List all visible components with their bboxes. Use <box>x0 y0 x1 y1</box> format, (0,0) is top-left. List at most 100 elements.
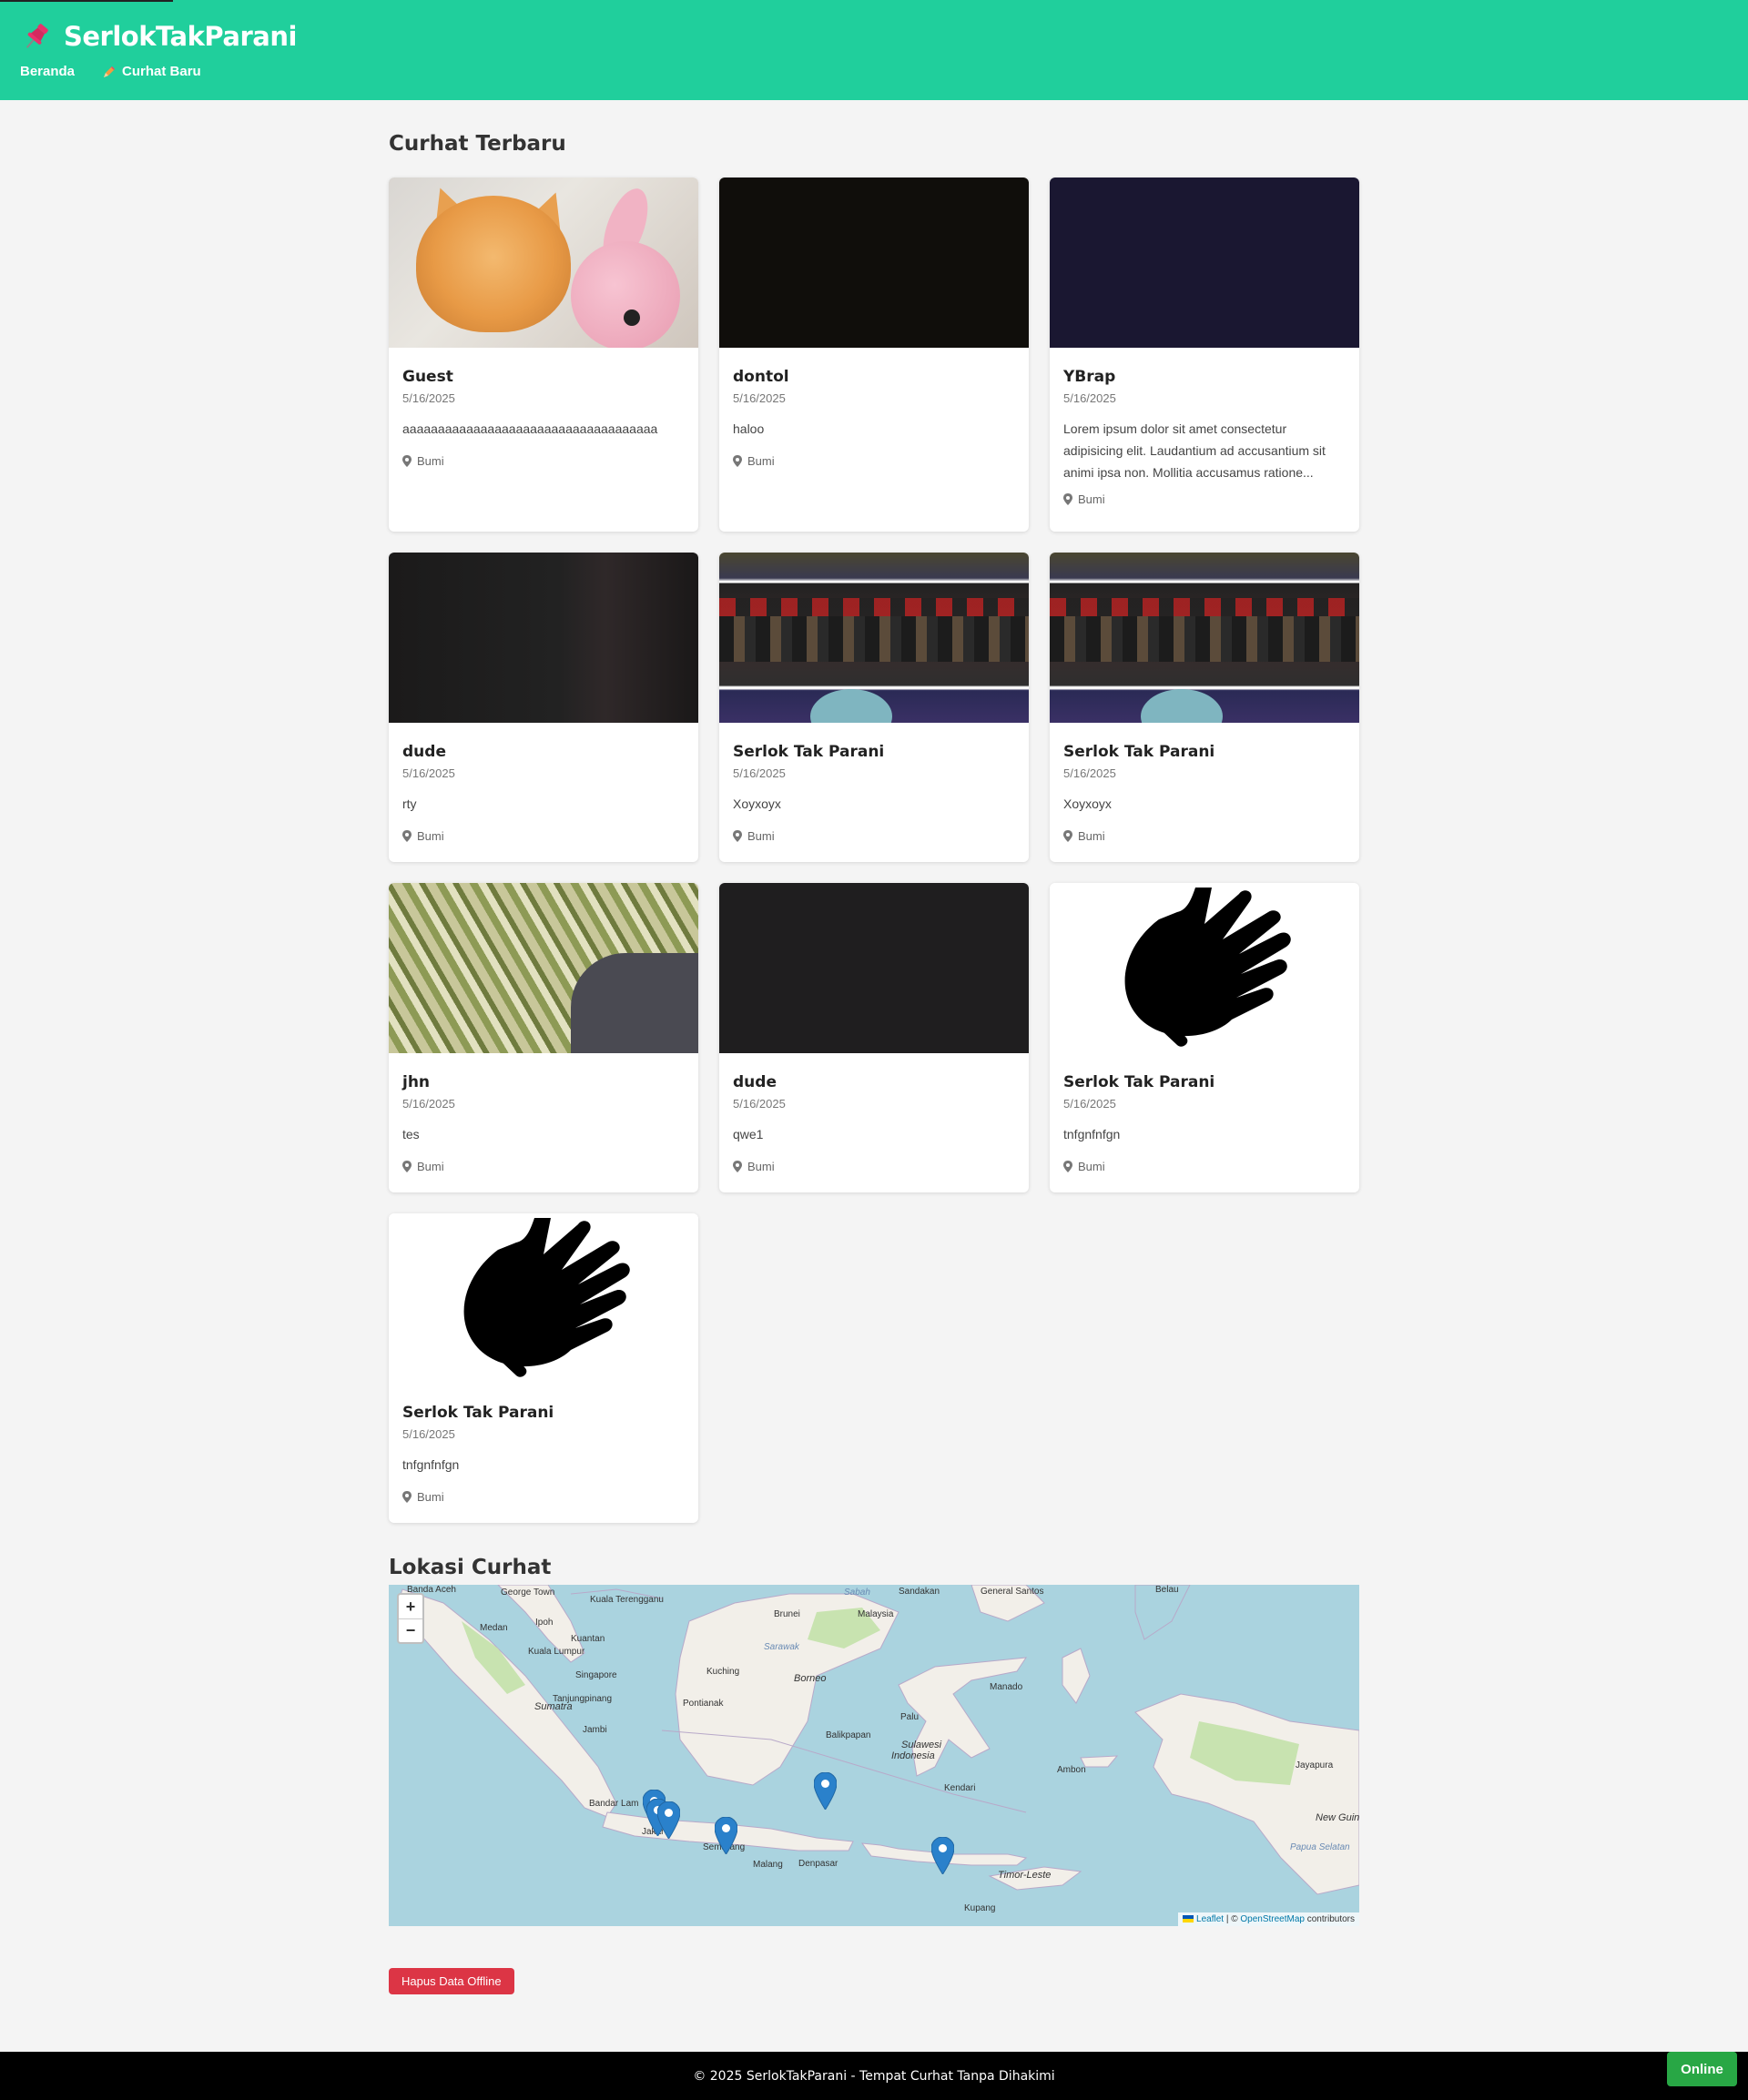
card-location: Bumi <box>733 1160 1015 1173</box>
card-author: YBrap <box>1063 368 1116 386</box>
map-label: Malang <box>753 1860 783 1870</box>
card-location: Bumi <box>402 454 685 468</box>
crowd-photo <box>719 553 1029 723</box>
card-date: 5/16/2025 <box>1063 1097 1116 1111</box>
card-date: 5/16/2025 <box>733 766 786 780</box>
card-date: 5/16/2025 <box>733 1097 786 1111</box>
map-label: Kendari <box>944 1783 976 1793</box>
card-author: Guest <box>402 368 453 386</box>
map-marker-icon <box>1063 1161 1072 1172</box>
clear-offline-data-button[interactable]: Hapus Data Offline <box>389 1968 514 1994</box>
kitten-photo <box>389 178 698 348</box>
curhat-card[interactable]: Serlok Tak Parani 5/16/2025 tnfgnfnfgn B… <box>389 1213 698 1523</box>
curhat-card[interactable]: Guest 5/16/2025 aaaaaaaaaaaaaaaaaaaaaaaa… <box>389 178 698 532</box>
map-label: General Santos <box>981 1587 1044 1597</box>
map-marker-icon[interactable] <box>814 1772 837 1810</box>
curhat-card[interactable]: jhn 5/16/2025 tes Bumi <box>389 883 698 1192</box>
map-label: Bandar Lam <box>589 1799 639 1809</box>
card-location-label: Bumi <box>417 829 444 843</box>
map-label: Ipoh <box>535 1618 554 1628</box>
card-date: 5/16/2025 <box>1063 766 1116 780</box>
card-author: dude <box>733 1073 777 1091</box>
map-marker-icon <box>402 455 412 467</box>
map-label: Sumatra <box>534 1701 573 1712</box>
zoom-in-button[interactable]: + <box>399 1595 422 1618</box>
card-location: Bumi <box>733 829 1015 843</box>
osm-link[interactable]: OpenStreetMap <box>1240 1914 1305 1924</box>
map-label: Sandakan <box>899 1587 940 1597</box>
attribution-contrib: contributors <box>1306 1914 1355 1924</box>
card-location: Bumi <box>733 454 1015 468</box>
map-label: Denpasar <box>798 1859 838 1869</box>
map-label: Sarawak <box>764 1642 799 1652</box>
card-text: Xoyxoyx <box>733 796 781 811</box>
map-marker-icon <box>733 830 742 842</box>
card-location-label: Bumi <box>417 454 444 468</box>
map-label: George Town <box>501 1588 555 1598</box>
map-marker-icon <box>402 830 412 842</box>
curhat-card[interactable]: Serlok Tak Parani 5/16/2025 Xoyxoyx Bumi <box>1050 553 1359 862</box>
curhat-card[interactable]: dude 5/16/2025 rty Bumi <box>389 553 698 862</box>
map-marker-icon <box>733 1161 742 1172</box>
map-label: Kuala Terengganu <box>590 1595 664 1605</box>
curhat-card[interactable]: YBrap 5/16/2025 Lorem ipsum dolor sit am… <box>1050 178 1359 532</box>
location-map[interactable]: + − Banda Aceh George Town Kuala Terengg… <box>389 1585 1359 1926</box>
map-label: Kupang <box>964 1903 996 1913</box>
card-text: tnfgnfnfgn <box>402 1457 460 1472</box>
leaflet-link[interactable]: Leaflet <box>1196 1914 1224 1924</box>
crowd-photo <box>1050 553 1359 723</box>
map-label: Balikpapan <box>826 1730 871 1740</box>
card-location: Bumi <box>402 829 685 843</box>
site-footer: © 2025 SerlokTakParani - Tempat Curhat T… <box>0 2052 1748 2100</box>
card-text: qwe1 <box>733 1127 764 1141</box>
curhat-card[interactable]: Serlok Tak Parani 5/16/2025 Xoyxoyx Bumi <box>719 553 1029 862</box>
map-marker-icon[interactable] <box>931 1837 954 1874</box>
dark-photo <box>719 178 1029 348</box>
map-label: Jayapura <box>1296 1760 1334 1770</box>
nav-curhat-baru[interactable]: Curhat Baru <box>102 64 201 79</box>
map-label: Timor-Leste <box>998 1870 1052 1881</box>
card-text: Lorem ipsum dolor sit amet consectetur a… <box>1063 421 1326 480</box>
card-date: 5/16/2025 <box>402 1097 455 1111</box>
dark-photo <box>719 883 1029 1053</box>
map-marker-icon[interactable] <box>657 1801 680 1839</box>
map-label: Brunei <box>774 1609 800 1619</box>
section-title-lokasi-curhat: Lokasi Curhat <box>389 1556 552 1579</box>
map-label: Papua Selatan <box>1290 1842 1350 1852</box>
nav-beranda-label: Beranda <box>20 64 76 79</box>
map-marker-icon <box>1063 493 1072 505</box>
zoom-out-button[interactable]: − <box>399 1618 422 1642</box>
card-location: Bumi <box>1063 1160 1346 1173</box>
card-location-label: Bumi <box>417 1160 444 1173</box>
card-author: Serlok Tak Parani <box>1063 1073 1215 1091</box>
footer-text: © 2025 SerlokTakParani - Tempat Curhat T… <box>693 2068 1055 2084</box>
map-label: Borneo <box>794 1673 827 1684</box>
map-label: New Guin <box>1316 1812 1359 1823</box>
card-location-label: Bumi <box>747 454 775 468</box>
card-date: 5/16/2025 <box>402 766 455 780</box>
card-location-label: Bumi <box>1078 1160 1105 1173</box>
map-marker-icon[interactable] <box>715 1817 737 1854</box>
brand[interactable]: SerlokTakParani <box>20 20 1728 53</box>
card-location: Bumi <box>1063 492 1346 506</box>
card-date: 5/16/2025 <box>402 1427 455 1441</box>
nav-beranda[interactable]: Beranda <box>20 64 75 79</box>
card-text: rty <box>402 796 417 811</box>
curhat-card[interactable]: dontol 5/16/2025 haloo Bumi <box>719 178 1029 532</box>
zoom-control: + − <box>397 1593 424 1644</box>
curhat-card[interactable]: Serlok Tak Parani 5/16/2025 tnfgnfnfgn B… <box>1050 883 1359 1192</box>
curhat-grid: Guest 5/16/2025 aaaaaaaaaaaaaaaaaaaaaaaa… <box>389 178 1359 1523</box>
map-label: Kuantan <box>571 1634 605 1644</box>
map-label: Indonesia <box>891 1750 935 1761</box>
card-location-label: Bumi <box>1078 829 1105 843</box>
main-content: Curhat Terbaru Guest 5/16/2025 aaaaaaaaa… <box>389 100 1359 1994</box>
online-status-badge: Online <box>1667 2052 1737 2086</box>
curhat-card[interactable]: dude 5/16/2025 qwe1 Bumi <box>719 883 1029 1192</box>
map-label: Belau <box>1155 1585 1179 1595</box>
pencil-icon <box>104 66 116 77</box>
hands-icon <box>389 1213 698 1384</box>
map-label: Malaysia <box>858 1609 894 1619</box>
card-author: dude <box>402 743 446 761</box>
card-date: 5/16/2025 <box>402 391 455 405</box>
map-label: Pontianak <box>683 1699 724 1709</box>
